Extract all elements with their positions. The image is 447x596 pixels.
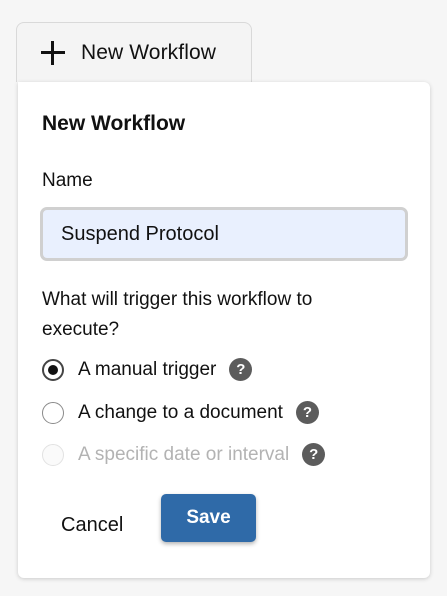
help-icon[interactable]: ?: [229, 358, 253, 381]
save-button[interactable]: Save: [161, 494, 256, 542]
radio-document-change[interactable]: [42, 401, 64, 424]
plus-icon: [39, 39, 67, 67]
help-icon[interactable]: ?: [302, 443, 326, 466]
help-icon[interactable]: ?: [295, 401, 319, 424]
new-workflow-panel: New Workflow Name What will trigger this…: [18, 82, 430, 578]
new-workflow-button-label: New Workflow: [81, 40, 217, 64]
name-label: Name: [42, 170, 93, 191]
radio-manual-trigger[interactable]: [42, 358, 64, 381]
cancel-button[interactable]: Cancel: [43, 506, 141, 545]
new-workflow-button[interactable]: New Workflow: [16, 22, 252, 82]
trigger-question: What will trigger this workflow to execu…: [42, 289, 313, 340]
option-document-change-label: A change to a document: [78, 401, 283, 423]
name-input[interactable]: [40, 207, 408, 261]
option-date-interval: A specific date or interval ?: [42, 443, 326, 466]
panel-title: New Workflow: [42, 112, 186, 135]
option-manual-trigger-label: A manual trigger: [78, 358, 217, 380]
option-manual-trigger[interactable]: A manual trigger ?: [42, 358, 253, 381]
radio-date-interval: [42, 443, 64, 466]
option-date-interval-label: A specific date or interval: [78, 443, 290, 465]
option-document-change[interactable]: A change to a document ?: [42, 401, 319, 424]
